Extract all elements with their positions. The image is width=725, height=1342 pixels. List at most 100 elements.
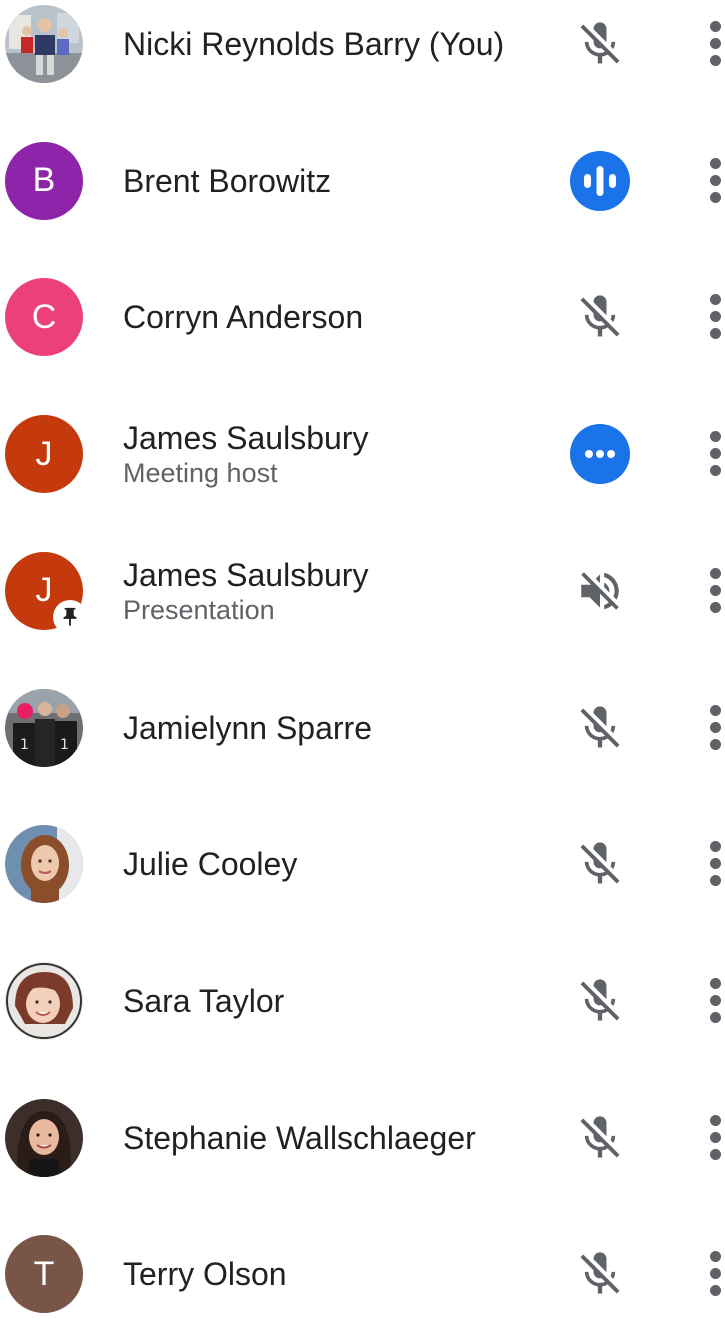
- mic-off-icon[interactable]: [569, 13, 631, 75]
- more-options-dot: [710, 311, 721, 323]
- avatar-letter: C: [5, 278, 83, 357]
- mic-off-icon[interactable]: [569, 1243, 631, 1305]
- mic-off-icon[interactable]: [569, 1107, 631, 1169]
- participant-info: Julie Cooley: [123, 796, 297, 932]
- more-options-dot: [710, 465, 721, 477]
- more-options-dot: [710, 328, 721, 340]
- avatar: B: [5, 141, 83, 220]
- avatar: [5, 1098, 83, 1177]
- participant-info: Brent Borowitz: [123, 113, 331, 249]
- participant-name: Terry Olson: [123, 1256, 287, 1293]
- avatar-letter: T: [5, 1235, 83, 1314]
- more-options-dot: [710, 977, 721, 989]
- more-options-dot: [710, 448, 721, 460]
- more-options-dot: [710, 1114, 721, 1126]
- more-options-dot: [710, 1268, 721, 1280]
- participant-name: Jamielynn Sparre: [123, 709, 372, 746]
- participant-subtitle: Meeting host: [123, 458, 278, 489]
- participant-name: James Saulsbury: [123, 420, 369, 457]
- participant-info: James Saulsbury Meeting host: [123, 386, 368, 522]
- more-options-dot: [710, 1251, 721, 1263]
- participant-name: Julie Cooley: [123, 846, 298, 883]
- mic-off-icon[interactable]: [569, 697, 631, 759]
- avatar: 11: [5, 688, 83, 767]
- avatar-letter: J: [5, 415, 83, 494]
- participant-name: Brent Borowitz: [123, 162, 332, 199]
- avatar: C: [5, 278, 83, 357]
- participant-name: Stephanie Wallschlaeger: [123, 1119, 476, 1156]
- participant-row[interactable]: B Brent Borowitz: [0, 113, 725, 249]
- more-options-dot: [710, 431, 721, 443]
- more-options-icon[interactable]: [705, 1111, 725, 1165]
- avatar: [5, 825, 83, 904]
- volume-off-icon[interactable]: [569, 560, 631, 622]
- participant-name: Corryn Anderson: [123, 299, 364, 336]
- svg-text:1: 1: [20, 737, 29, 753]
- avatar-photo: 11: [5, 688, 83, 767]
- avatar-photo: [5, 1098, 83, 1177]
- more-options-dot: [710, 858, 721, 870]
- more-options-dot: [710, 21, 721, 32]
- participants-list: Nicki Reynolds Barry (You) B Brent Borowit…: [0, 0, 725, 1314]
- more-options-dot: [710, 191, 721, 203]
- avatar: J: [5, 551, 87, 634]
- avatar: [5, 5, 83, 83]
- mic-off-icon[interactable]: [569, 286, 631, 348]
- more-options-dot: [710, 584, 721, 596]
- participant-row[interactable]: Julie Cooley: [0, 796, 725, 932]
- more-options-icon[interactable]: [705, 837, 725, 891]
- avatar: T: [5, 1235, 83, 1314]
- more-options-icon[interactable]: [705, 17, 725, 71]
- more-options-icon[interactable]: [705, 564, 725, 618]
- more-options-dot: [710, 55, 721, 66]
- participant-row[interactable]: J James Saulsbury Meeting host: [0, 386, 725, 522]
- participant-subtitle: Presentation: [123, 594, 275, 625]
- avatar-photo: [5, 961, 83, 1040]
- participant-row[interactable]: Sara Taylor: [0, 933, 725, 1069]
- avatar-photo: [5, 825, 83, 904]
- more-options-dot: [710, 38, 721, 49]
- avatar-letter: B: [5, 141, 83, 220]
- more-options-icon[interactable]: [705, 154, 725, 208]
- more-options-icon[interactable]: [705, 974, 725, 1028]
- more-options-dot: [710, 841, 721, 853]
- mic-off-icon[interactable]: [569, 833, 631, 895]
- participant-info: Sara Taylor: [123, 933, 284, 1069]
- more-options-dot: [710, 1131, 721, 1143]
- participant-row[interactable]: 1 1 Jamielynn Sparre: [0, 660, 725, 796]
- more-options-dot: [710, 994, 721, 1006]
- participant-name: Sara Taylor: [123, 982, 285, 1019]
- mic-off-icon[interactable]: [569, 970, 631, 1032]
- more-options-dot: [710, 1011, 721, 1023]
- more-options-icon[interactable]: [705, 427, 725, 481]
- avatar: [5, 961, 83, 1040]
- speaking-icon: [569, 150, 631, 212]
- avatar-photo: [5, 5, 83, 83]
- more-options-dot: [710, 704, 721, 716]
- more-options-icon[interactable]: [705, 290, 725, 344]
- more-options-dot: [710, 1148, 721, 1160]
- pin-icon: [53, 599, 87, 634]
- more-options-dot: [710, 567, 721, 579]
- more-options-dot: [710, 157, 721, 169]
- more-options-dot: [710, 738, 721, 750]
- participant-row[interactable]: C Corryn Anderson: [0, 249, 725, 385]
- participant-info: James Saulsbury Presentation: [123, 523, 368, 659]
- participant-info: Terry Olson: [123, 1206, 287, 1342]
- participant-row[interactable]: T Terry Olson: [0, 1206, 725, 1342]
- participant-info: Corryn Anderson: [123, 249, 363, 385]
- participant-row[interactable]: J James Saulsbury Presentation: [0, 523, 725, 659]
- more-options-dot: [710, 174, 721, 186]
- more-options-dot: [710, 721, 721, 733]
- participant-name: Nicki Reynolds Barry (You): [123, 26, 505, 62]
- participant-info: Nicki Reynolds Barry (You): [123, 0, 504, 112]
- participant-row[interactable]: Stephanie Wallschlaeger: [0, 1070, 725, 1206]
- more-options-dot: [710, 294, 721, 306]
- more-options-icon[interactable]: [705, 701, 725, 755]
- avatar: J: [5, 415, 83, 494]
- more-options-icon[interactable]: [705, 1247, 725, 1301]
- participant-row[interactable]: Nicki Reynolds Barry (You): [0, 0, 725, 112]
- participant-info: Stephanie Wallschlaeger: [123, 1070, 476, 1206]
- more-options-dot: [710, 1285, 721, 1297]
- more-options-dot: [710, 875, 721, 887]
